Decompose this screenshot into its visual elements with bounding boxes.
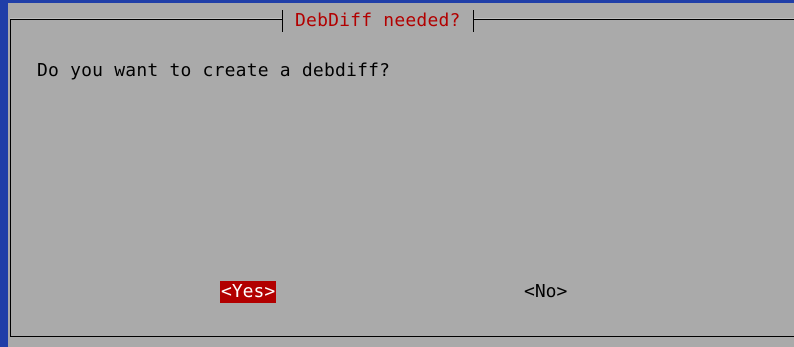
terminal-left-edge — [0, 0, 8, 347]
dialog-title-bar: DebDiff needed? — [282, 10, 474, 32]
no-button[interactable]: <No> — [523, 281, 568, 303]
dialog-title: DebDiff needed? — [295, 10, 461, 31]
terminal-screen: DebDiff needed? Do you want to create a … — [0, 0, 794, 347]
dialog-message: Do you want to create a debdiff? — [37, 60, 391, 81]
yes-button[interactable]: <Yes> — [220, 281, 277, 303]
